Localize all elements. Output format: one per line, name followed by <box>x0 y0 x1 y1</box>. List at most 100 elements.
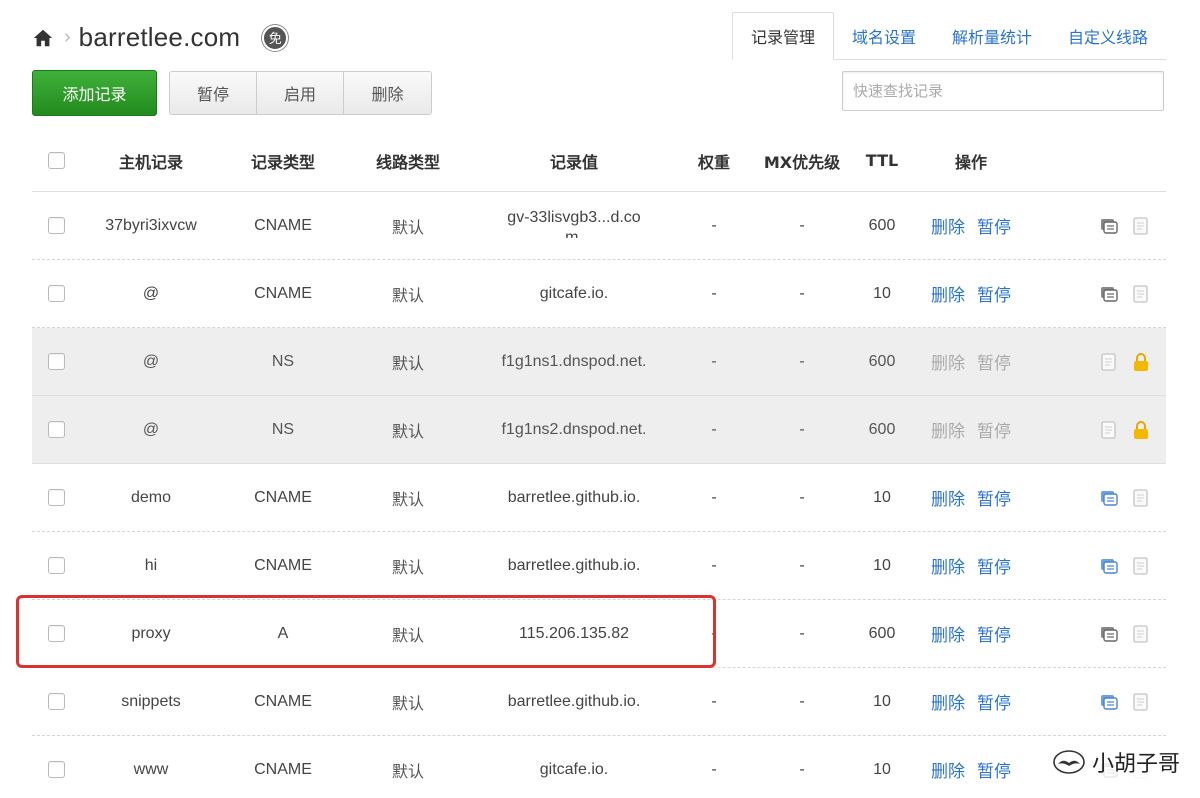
table-body: 37byri3ixvcw CNAME 默认 gv-33lisvgb3...d.com.… <box>32 192 1166 798</box>
delete-button[interactable]: 删除 <box>344 72 431 114</box>
type-cell: CNAME <box>254 760 312 778</box>
note-icon[interactable] <box>1130 555 1152 577</box>
enable-button[interactable]: 启用 <box>257 72 344 114</box>
note-icon[interactable] <box>1098 419 1120 441</box>
weight-cell: - <box>711 216 717 234</box>
note-icon[interactable] <box>1130 283 1152 305</box>
type-cell: CNAME <box>254 556 312 574</box>
column-header-type[interactable]: 记录类型 <box>222 149 344 173</box>
mx-cell: - <box>799 488 805 506</box>
mustache-logo-icon <box>1053 750 1085 774</box>
breadcrumb-separator: › <box>64 26 71 48</box>
delete-record-link[interactable]: 删除 <box>931 281 965 306</box>
page-header: › barretlee.com 免 记录管理 域名设置 解析量统计 自定义线路 <box>32 12 1166 60</box>
weight-cell: - <box>711 352 717 370</box>
delete-record-link[interactable]: 删除 <box>931 621 965 646</box>
pause-record-link[interactable]: 暂停 <box>977 485 1011 510</box>
delete-record-link[interactable]: 删除 <box>931 485 965 510</box>
remark-icon[interactable] <box>1098 215 1120 237</box>
row-actions: 删除 暂停 <box>912 281 1030 306</box>
add-record-button[interactable]: 添加记录 <box>32 70 157 116</box>
row-checkbox[interactable] <box>47 693 65 710</box>
value-cell: barretlee.github.io. <box>507 692 641 710</box>
type-cell: NS <box>271 352 295 370</box>
value-cell: barretlee.github.io. <box>507 488 641 506</box>
row-select-cell <box>32 693 80 710</box>
delete-record-link[interactable]: 删除 <box>931 757 965 782</box>
row-checkbox[interactable] <box>47 489 65 506</box>
mx-cell: - <box>799 216 805 234</box>
ttl-cell: 10 <box>873 284 891 302</box>
weight-cell: - <box>711 556 717 574</box>
line-cell: 默认 <box>391 761 424 781</box>
pause-record-link: 暂停 <box>977 354 1011 374</box>
column-header-host[interactable]: 主机记录 <box>80 149 222 173</box>
line-cell: 默认 <box>391 693 424 713</box>
breadcrumb: › barretlee.com 免 <box>32 22 289 53</box>
pause-record-link[interactable]: 暂停 <box>977 757 1011 782</box>
mx-cell: - <box>799 352 805 370</box>
type-cell: NS <box>271 420 295 438</box>
column-header-mx[interactable]: MX优先级 <box>752 149 852 173</box>
row-checkbox[interactable] <box>47 285 65 302</box>
tab-bar: 记录管理 域名设置 解析量统计 自定义线路 <box>731 12 1166 60</box>
batch-action-group: 暂停 启用 删除 <box>169 71 432 115</box>
delete-record-link[interactable]: 删除 <box>931 213 965 238</box>
pause-record-link[interactable]: 暂停 <box>977 553 1011 578</box>
pause-record-link[interactable]: 暂停 <box>977 689 1011 714</box>
row-icons <box>1030 215 1166 237</box>
pause-record-link[interactable]: 暂停 <box>977 213 1011 238</box>
note-icon[interactable] <box>1098 351 1120 373</box>
weight-cell: - <box>711 420 717 438</box>
row-checkbox[interactable] <box>47 625 65 642</box>
ttl-cell: 600 <box>868 352 896 370</box>
remark-icon[interactable] <box>1098 691 1120 713</box>
type-cell: A <box>277 624 289 642</box>
table-row: snippets CNAME 默认 barretlee.github.io. - - 10 删… <box>32 668 1166 736</box>
note-icon[interactable] <box>1130 487 1152 509</box>
value-cell: barretlee.github.io. <box>507 556 641 574</box>
pause-button[interactable]: 暂停 <box>170 72 257 114</box>
toolbar: 添加记录 暂停 启用 删除 <box>32 70 1166 116</box>
type-cell: CNAME <box>254 284 312 302</box>
column-header-line[interactable]: 线路类型 <box>344 149 472 173</box>
row-icons <box>1030 623 1166 645</box>
tab-custom-lines[interactable]: 自定义线路 <box>1050 12 1166 60</box>
note-icon[interactable] <box>1130 691 1152 713</box>
column-header-ttl[interactable]: TTL <box>852 151 912 170</box>
lock-icon <box>1134 352 1148 371</box>
delete-record-link[interactable]: 删除 <box>931 689 965 714</box>
pause-record-link[interactable]: 暂停 <box>977 621 1011 646</box>
tab-record-management[interactable]: 记录管理 <box>731 12 834 60</box>
search-input[interactable] <box>842 71 1164 111</box>
remark-icon[interactable] <box>1098 487 1120 509</box>
value-cell: f1g1ns2.dnspod.net. <box>501 420 647 438</box>
table-header: 主机记录 记录类型 线路类型 记录值 权重 MX优先级 TTL 操作 <box>32 130 1166 192</box>
row-select-cell <box>32 285 80 302</box>
delete-record-link[interactable]: 删除 <box>931 553 965 578</box>
remark-icon[interactable] <box>1098 555 1120 577</box>
host-cell: @ <box>142 352 160 370</box>
row-checkbox[interactable] <box>47 217 65 234</box>
note-icon[interactable] <box>1130 215 1152 237</box>
type-cell: CNAME <box>254 216 312 234</box>
value-cell: gitcafe.io. <box>539 284 609 302</box>
pause-record-link[interactable]: 暂停 <box>977 281 1011 306</box>
column-header-value[interactable]: 记录值 <box>472 149 676 173</box>
row-select-cell <box>32 217 80 234</box>
note-icon[interactable] <box>1130 623 1152 645</box>
row-icons <box>1030 283 1166 305</box>
lock-icon <box>1134 420 1148 439</box>
select-all-checkbox[interactable] <box>47 152 65 169</box>
home-icon[interactable] <box>32 27 54 49</box>
tab-domain-settings[interactable]: 域名设置 <box>834 12 934 60</box>
row-checkbox <box>47 421 65 438</box>
row-select-cell <box>32 421 80 438</box>
row-checkbox[interactable] <box>47 761 65 778</box>
remark-icon[interactable] <box>1098 283 1120 305</box>
row-checkbox[interactable] <box>47 557 65 574</box>
host-cell: www <box>133 760 169 778</box>
tab-query-stats[interactable]: 解析量统计 <box>934 12 1050 60</box>
row-select-cell <box>32 557 80 574</box>
remark-icon[interactable] <box>1098 623 1120 645</box>
